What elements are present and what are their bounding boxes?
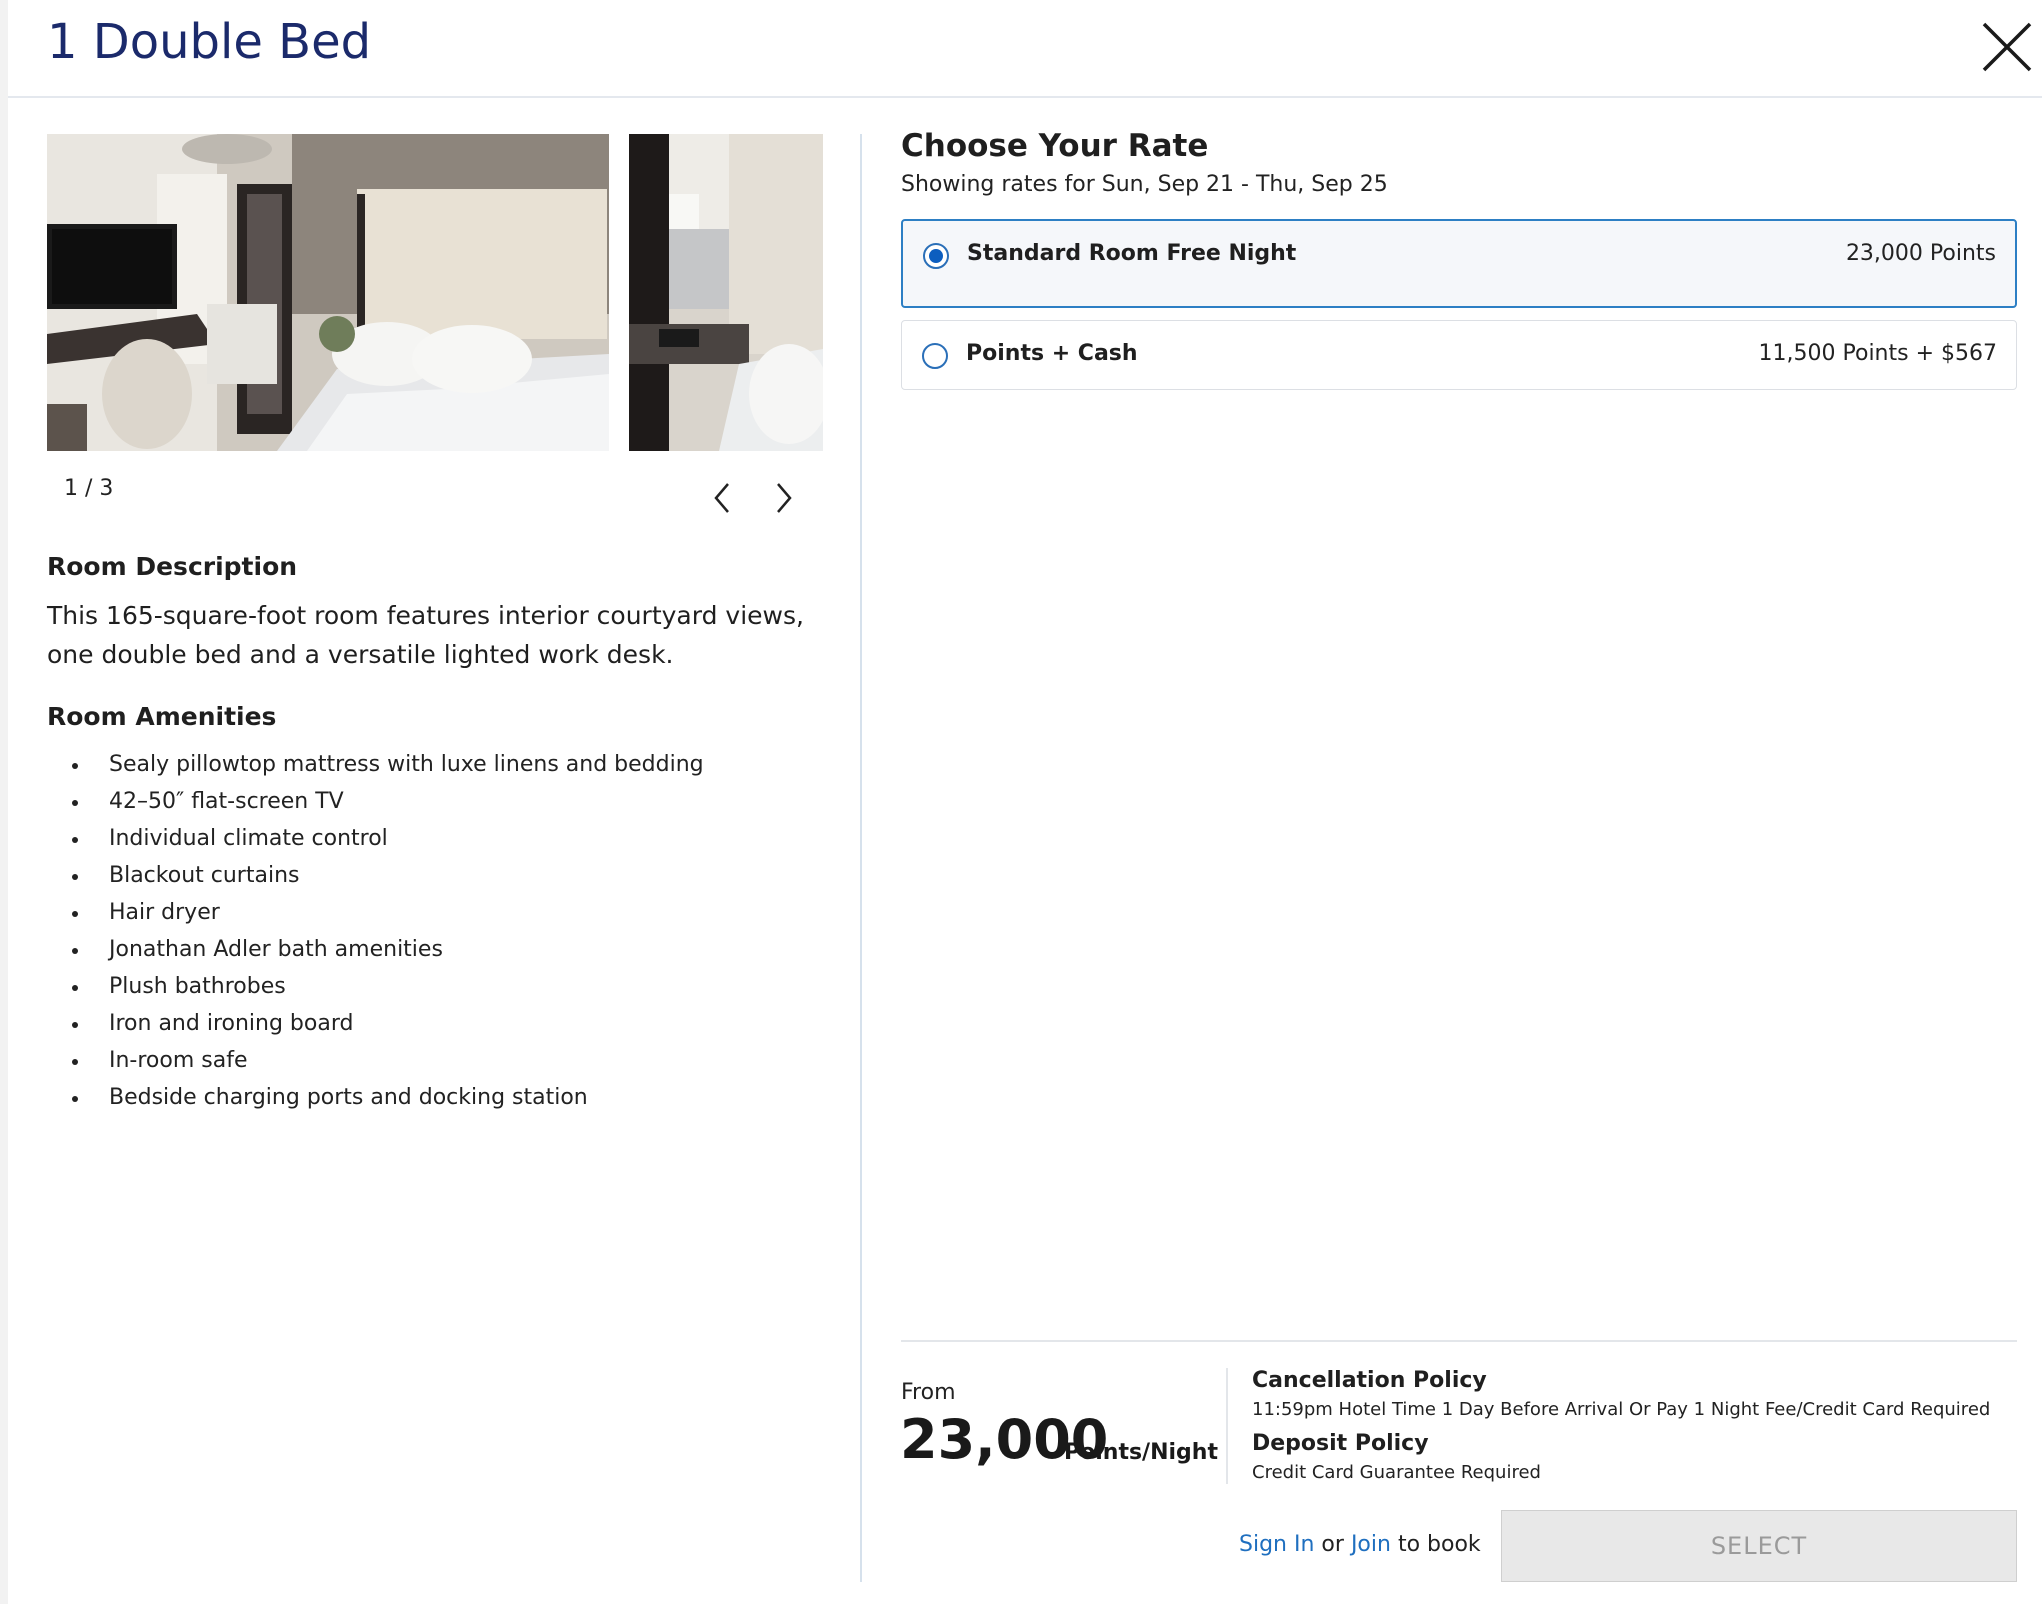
list-item: 42–50″ flat-screen TV xyxy=(48,783,704,820)
list-item: Individual climate control xyxy=(48,820,704,857)
list-item: Hair dryer xyxy=(48,894,704,931)
chevron-left-icon[interactable] xyxy=(704,478,740,518)
sign-in-prompt: Sign In or Join to book xyxy=(1239,1532,1481,1557)
summary-divider xyxy=(901,1340,2017,1342)
room-amenities-heading: Room Amenities xyxy=(47,702,277,731)
room-description-heading: Room Description xyxy=(47,552,298,581)
list-item: Blackout curtains xyxy=(48,857,704,894)
photo-gallery xyxy=(47,134,823,451)
list-item: Plush bathrobes xyxy=(48,968,704,1005)
rate-price: 11,500 Points + $567 xyxy=(1758,341,1997,366)
to-book-text: to book xyxy=(1397,1532,1481,1557)
list-item: Iron and ironing board xyxy=(48,1005,704,1042)
column-divider xyxy=(860,134,862,1582)
rate-option-points-cash[interactable]: Points + Cash 11,500 Points + $567 xyxy=(901,320,2017,390)
from-label: From xyxy=(901,1380,956,1405)
rate-heading: Choose Your Rate xyxy=(901,128,1209,164)
close-icon[interactable] xyxy=(1978,18,2036,76)
select-button[interactable]: SELECT xyxy=(1501,1510,2017,1582)
rate-dates: Showing rates for Sun, Sep 21 - Thu, Sep… xyxy=(901,172,1388,197)
list-item: In-room safe xyxy=(48,1042,704,1079)
modal-title: 1 Double Bed xyxy=(47,14,372,70)
background-page xyxy=(0,0,8,1604)
rate-name: Standard Room Free Night xyxy=(967,241,1297,266)
chevron-right-icon[interactable] xyxy=(766,478,802,518)
radio-unselected[interactable] xyxy=(922,343,948,369)
list-item: Jonathan Adler bath amenities xyxy=(48,931,704,968)
rate-name: Points + Cash xyxy=(966,341,1138,366)
room-description: This 165-square-foot room features inter… xyxy=(47,601,804,669)
list-item: Sealy pillowtop mattress with luxe linen… xyxy=(48,746,704,783)
deposit-policy-heading: Deposit Policy xyxy=(1252,1431,1429,1456)
cancellation-policy-text: 11:59pm Hotel Time 1 Day Before Arrival … xyxy=(1252,1399,1991,1420)
or-text: or xyxy=(1321,1532,1344,1557)
room-photo-2[interactable] xyxy=(629,134,823,451)
cancellation-policy-heading: Cancellation Policy xyxy=(1252,1368,1487,1393)
modal-header: 1 Double Bed xyxy=(8,0,2042,98)
join-link[interactable]: Join xyxy=(1351,1532,1391,1557)
radio-selected[interactable] xyxy=(923,243,949,269)
rate-option-standard[interactable]: Standard Room Free Night 23,000 Points xyxy=(901,219,2017,308)
photo-counter: 1 / 3 xyxy=(64,476,114,501)
room-details-modal: 1 Double Bed 1 / 3 Room Description This… xyxy=(8,0,2042,1604)
summary-vertical-divider xyxy=(1226,1368,1228,1484)
points-unit: Points/Night xyxy=(1064,1440,1218,1465)
amenities-list: Sealy pillowtop mattress with luxe linen… xyxy=(48,746,704,1116)
list-item: Bedside charging ports and docking stati… xyxy=(48,1079,704,1116)
room-photo-1[interactable] xyxy=(47,134,609,451)
sign-in-link[interactable]: Sign In xyxy=(1239,1532,1314,1557)
rate-price: 23,000 Points xyxy=(1845,241,1996,266)
deposit-policy-text: Credit Card Guarantee Required xyxy=(1252,1462,1541,1483)
